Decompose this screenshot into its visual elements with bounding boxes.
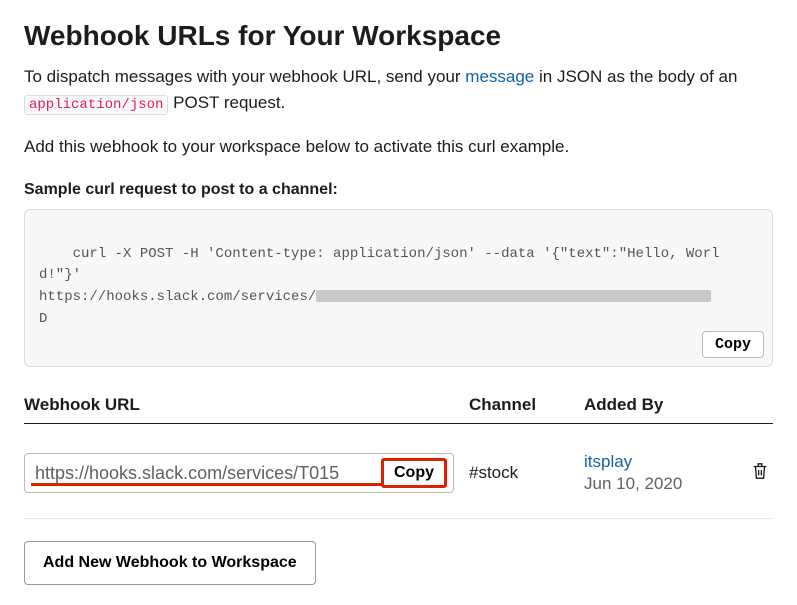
page-title: Webhook URLs for Your Workspace bbox=[24, 20, 773, 52]
copy-curl-button[interactable]: Copy bbox=[702, 331, 764, 358]
table-row: https://hooks.slack.com/services/T015 Co… bbox=[24, 452, 773, 519]
channel-name: #stock bbox=[469, 463, 518, 482]
intro-text-1: To dispatch messages with your webhook U… bbox=[24, 67, 465, 86]
table-header-row: Webhook URL Channel Added By bbox=[24, 395, 773, 424]
redacted-bar bbox=[316, 290, 711, 302]
intro-text-3: POST request. bbox=[168, 93, 285, 112]
copy-url-button[interactable]: Copy bbox=[381, 458, 447, 488]
highlight-underline bbox=[31, 483, 383, 486]
intro-paragraph-1: To dispatch messages with your webhook U… bbox=[24, 64, 773, 116]
trash-icon bbox=[751, 461, 769, 481]
col-header-url: Webhook URL bbox=[24, 395, 469, 415]
webhook-url-field[interactable]: https://hooks.slack.com/services/T015 Co… bbox=[24, 453, 454, 493]
curl-code-block: curl -X POST -H 'Content-type: applicati… bbox=[24, 209, 773, 367]
curl-url-prefix: https://hooks.slack.com/services/ bbox=[39, 289, 316, 305]
col-header-channel: Channel bbox=[469, 395, 584, 415]
webhook-url-text: https://hooks.slack.com/services/T015 bbox=[35, 463, 339, 483]
added-by-info: itsplay Jun 10, 2020 bbox=[584, 452, 682, 494]
col-header-added-by: Added By bbox=[584, 395, 773, 415]
delete-webhook-button[interactable] bbox=[747, 457, 773, 490]
curl-line-1: curl -X POST -H 'Content-type: applicati… bbox=[39, 246, 720, 284]
sample-curl-heading: Sample curl request to post to a channel… bbox=[24, 181, 773, 199]
curl-trailing: D bbox=[39, 311, 47, 327]
intro-text-2: in JSON as the body of an bbox=[534, 67, 737, 86]
add-webhook-button[interactable]: Add New Webhook to Workspace bbox=[24, 541, 316, 585]
content-type-code: application/json bbox=[24, 95, 168, 115]
message-link[interactable]: message bbox=[465, 67, 534, 86]
activate-text: Add this webhook to your workspace below… bbox=[24, 134, 773, 160]
added-by-user-link[interactable]: itsplay bbox=[584, 452, 682, 472]
added-by-date: Jun 10, 2020 bbox=[584, 474, 682, 494]
